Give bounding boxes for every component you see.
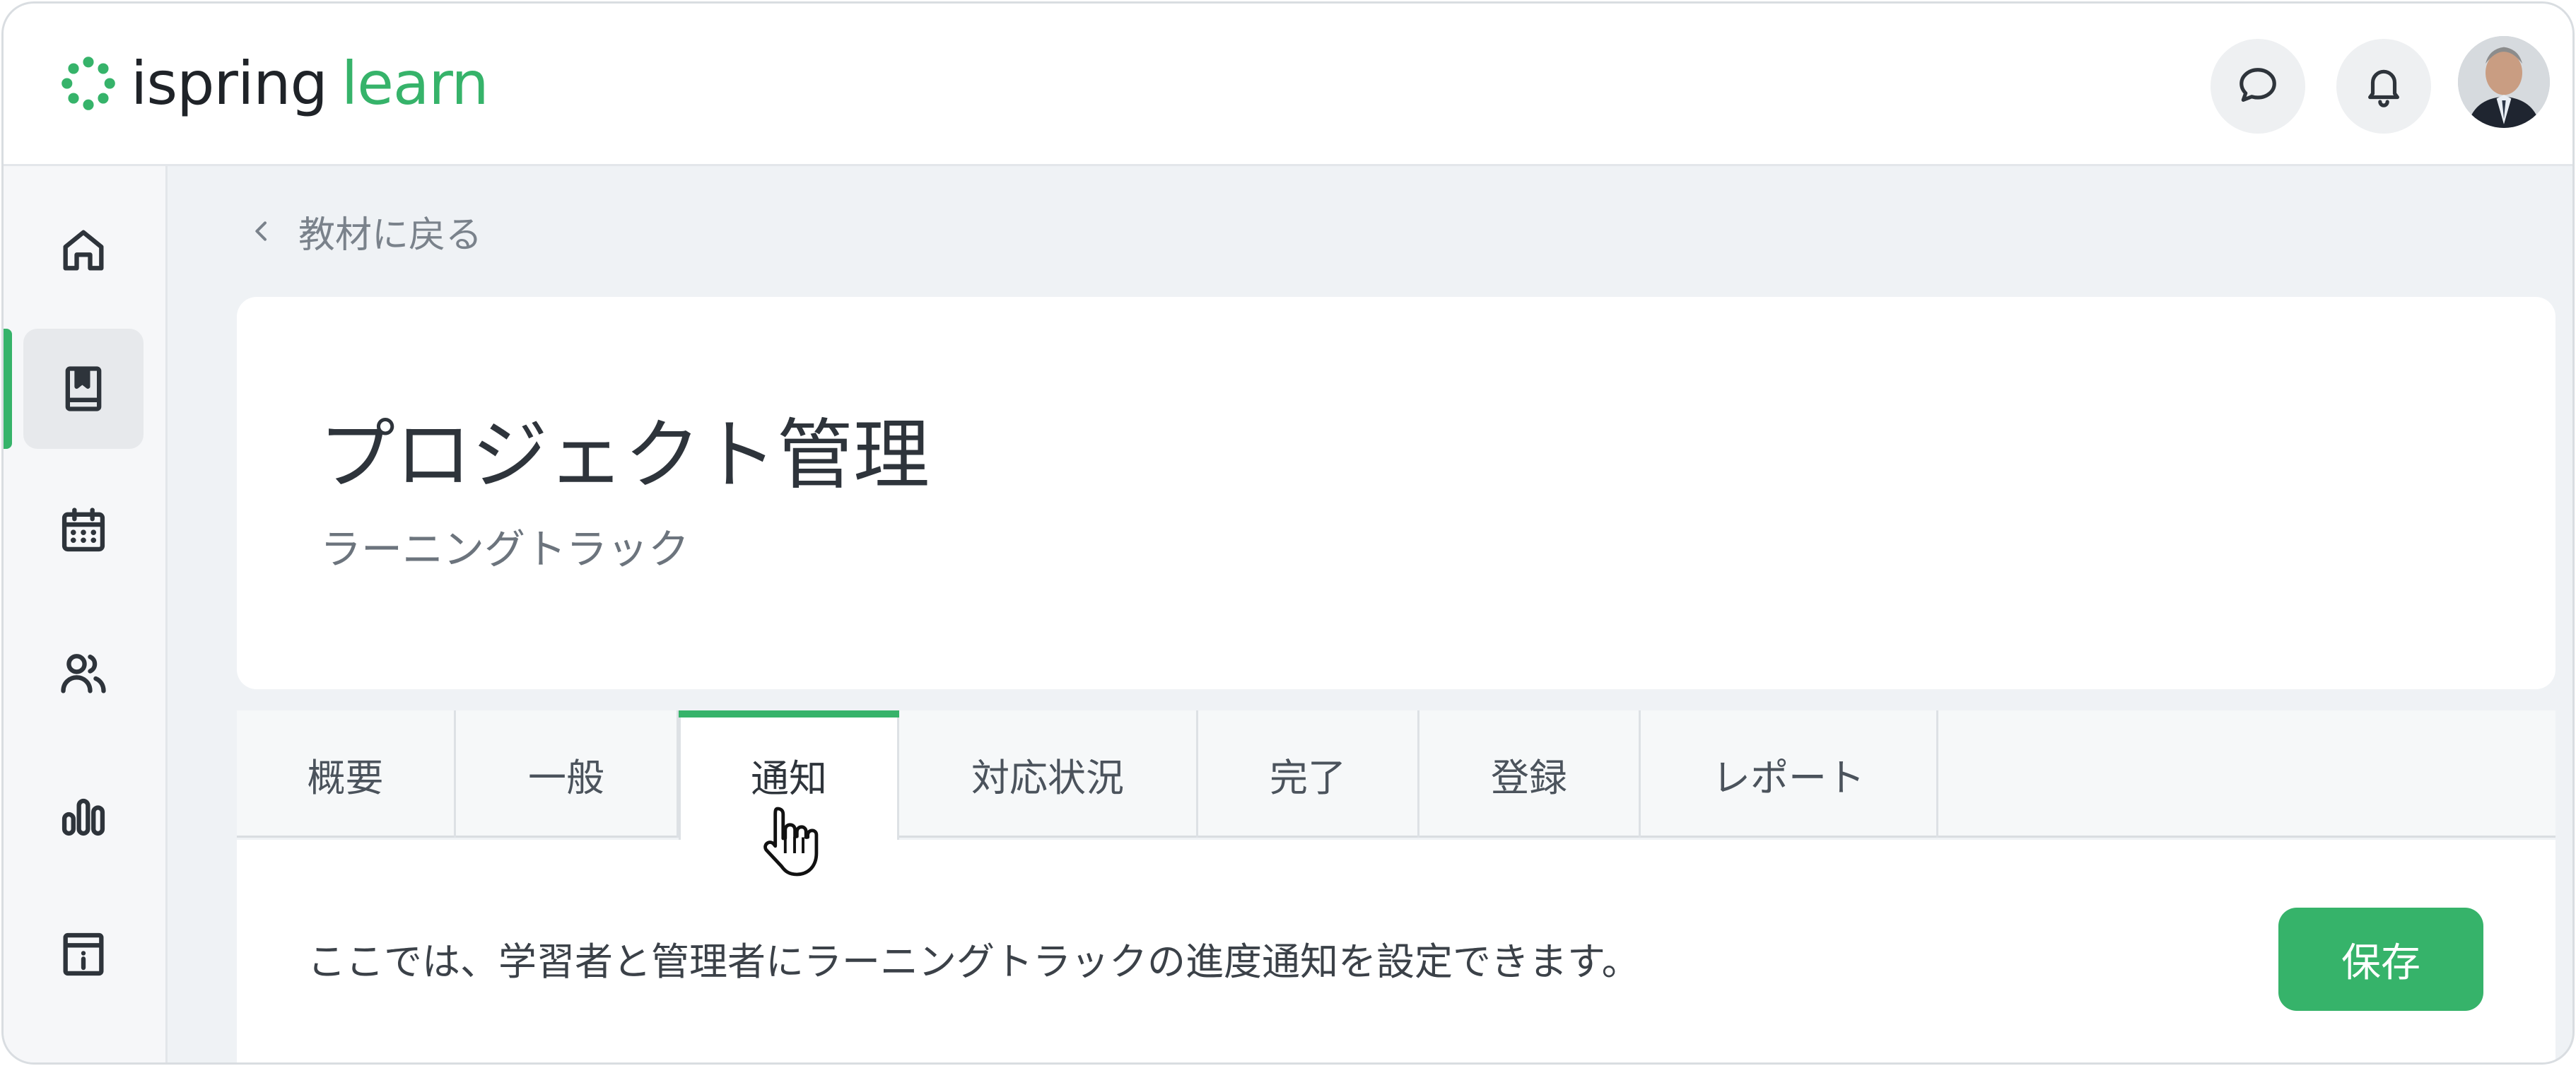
active-indicator [4,329,12,449]
tab-completion[interactable]: 完了 [1198,710,1419,838]
back-to-content-link[interactable]: 教材に戻る [247,210,482,257]
tab-label: 対応状況 [971,755,1124,800]
back-label: 教材に戻る [298,213,483,257]
tab-label: 概要 [307,755,384,800]
sidebar-item-users[interactable] [23,613,144,733]
app-window: ispring learn 教材に戻る プロジェクト管理 ラーニングトラック 概… [1,1,2575,1065]
info-icon [63,932,104,976]
chat-button[interactable] [2211,39,2305,134]
home-icon [63,230,104,271]
tab-label: 完了 [1270,755,1346,800]
sidebar-item-content[interactable] [23,329,144,449]
tab-status[interactable]: 対応状況 [899,710,1198,838]
logo-text-ispring: ispring [131,49,328,118]
users-icon [61,654,106,693]
tab-reports[interactable]: レポート [1641,710,1938,838]
chevron-left-icon [255,221,267,241]
notifications-panel: ここでは、学習者と管理者にラーニングトラックの進度通知を設定できます。 保存 [237,840,2555,1062]
sidebar-item-reports[interactable] [23,754,144,874]
sidebar-item-calendar[interactable] [23,470,144,590]
tab-label: 登録 [1491,755,1567,800]
tab-general[interactable]: 一般 [456,710,679,838]
bell-icon [2368,69,2399,107]
tab-overview[interactable]: 概要 [237,710,456,838]
tab-enrollment[interactable]: 登録 [1419,710,1641,838]
bar-chart-icon [62,798,105,836]
tab-label: レポート [1712,755,1865,800]
avatar-photo [2458,36,2550,128]
save-button[interactable]: 保存 [2278,908,2483,1011]
ispring-logo-icon [62,57,115,110]
book-icon [65,366,102,411]
sidebar-item-home[interactable] [23,190,144,310]
course-header-card: プロジェクト管理 ラーニングトラック [237,297,2555,689]
hand-cursor-icon [763,807,819,877]
course-tabs: 概要 一般 通知 対応状況 完了 登録 レポート [237,710,2555,840]
logo-text-learn: learn [341,49,489,118]
left-sidebar [4,166,168,1062]
ispring-learn-logo[interactable]: ispring learn [59,45,489,122]
chat-bubble-icon [2240,68,2276,102]
calendar-icon [62,508,105,552]
sidebar-item-info[interactable] [23,894,144,1014]
tab-label: 一般 [528,755,604,800]
top-header: ispring learn [4,4,2572,166]
course-type: ラーニングトラック [320,525,690,573]
course-title: プロジェクト管理 [319,411,930,500]
notifications-button[interactable] [2336,39,2431,134]
tab-label: 通知 [751,756,827,801]
user-avatar[interactable] [2458,36,2550,128]
notifications-description: ここでは、学習者と管理者にラーニングトラックの進度通知を設定できます。 [308,939,1640,984]
